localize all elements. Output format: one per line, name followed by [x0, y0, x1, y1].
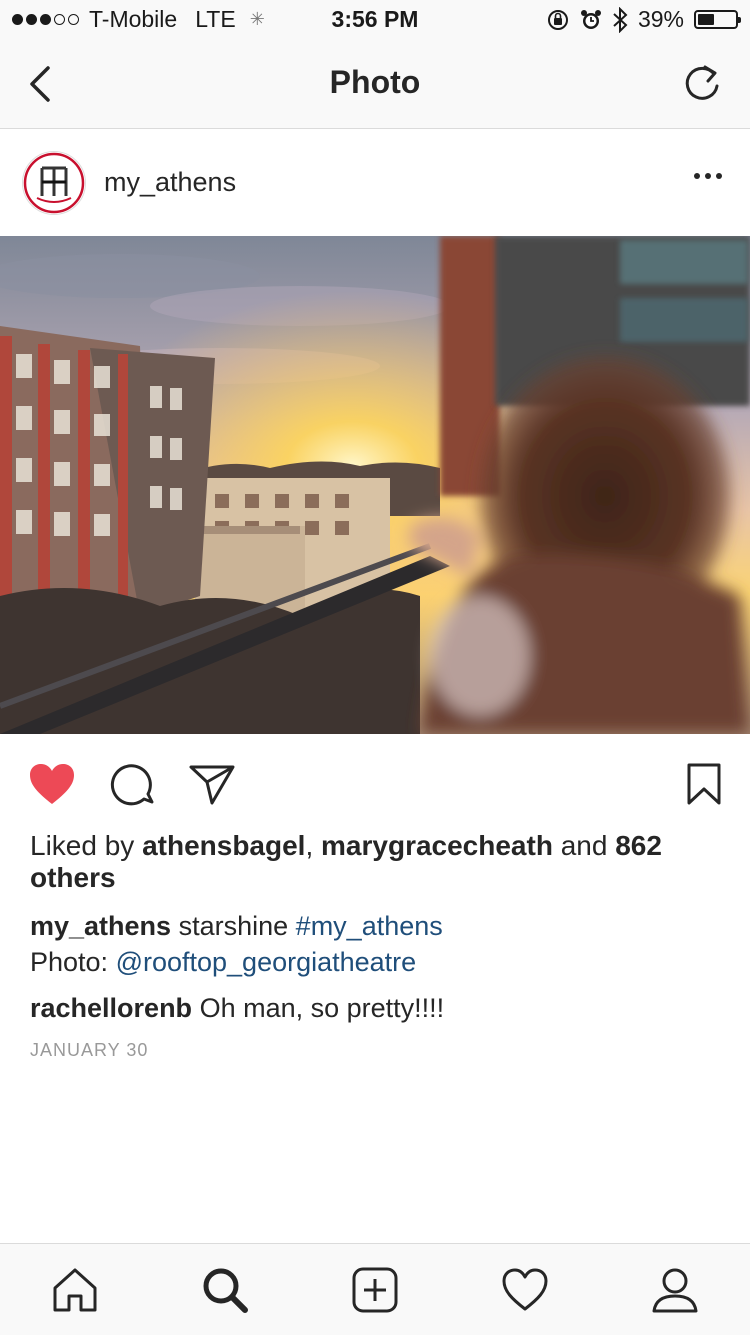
search-icon[interactable] — [201, 1266, 249, 1314]
profile-icon[interactable] — [651, 1266, 699, 1314]
comment: rachellorenb Oh man, so pretty!!!! — [30, 990, 720, 1026]
refresh-icon[interactable] — [680, 62, 724, 106]
add-post-icon[interactable] — [351, 1266, 399, 1314]
likes-summary: Liked by athensbagel, marygracecheath an… — [30, 830, 662, 893]
more-options-icon[interactable] — [694, 173, 722, 179]
photo-credit-label: Photo: — [30, 947, 109, 977]
post-date: JANUARY 30 — [30, 1040, 149, 1060]
bookmark-icon[interactable] — [686, 762, 722, 806]
like-heart-icon[interactable] — [28, 762, 76, 806]
page-title: Photo — [329, 64, 421, 100]
post-caption: my_athens starshine #my_athens Photo: @r… — [30, 908, 720, 980]
battery-icon — [694, 10, 741, 29]
liker-username[interactable]: marygracecheath — [321, 830, 553, 861]
and-label: and — [560, 830, 608, 861]
home-icon[interactable] — [51, 1266, 99, 1314]
battery-percent: 39% — [637, 6, 684, 32]
liker-username[interactable]: athensbagel — [142, 830, 305, 861]
share-send-icon[interactable] — [188, 762, 236, 806]
photo-credit-link[interactable]: @rooftop_georgiatheatre — [116, 947, 417, 977]
caption-text: starshine — [178, 911, 289, 941]
alarm-icon — [580, 9, 601, 29]
bluetooth-icon — [613, 6, 628, 33]
comment-text: Oh man, so pretty!!!! — [199, 993, 445, 1023]
activity-heart-icon[interactable] — [501, 1266, 549, 1314]
post-header: my_athens — [0, 129, 750, 236]
tab-bar — [0, 1243, 750, 1335]
orientation-lock-icon — [547, 9, 568, 30]
post-username[interactable]: my_athens — [104, 167, 236, 198]
navigation-bar: Photo — [0, 40, 750, 129]
user-avatar[interactable] — [22, 151, 86, 215]
comment-username[interactable]: rachellorenb — [30, 993, 192, 1023]
post-actions — [0, 734, 750, 834]
post-photo[interactable] — [0, 236, 750, 734]
status-bar: T-Mobile LTE ✳ 3:56 PM 39% — [0, 0, 750, 40]
caption-username[interactable]: my_athens — [30, 911, 171, 941]
liked-by-label: Liked by — [30, 830, 135, 861]
hashtag-link[interactable]: #my_athens — [296, 911, 443, 941]
comment-icon[interactable] — [110, 762, 156, 808]
